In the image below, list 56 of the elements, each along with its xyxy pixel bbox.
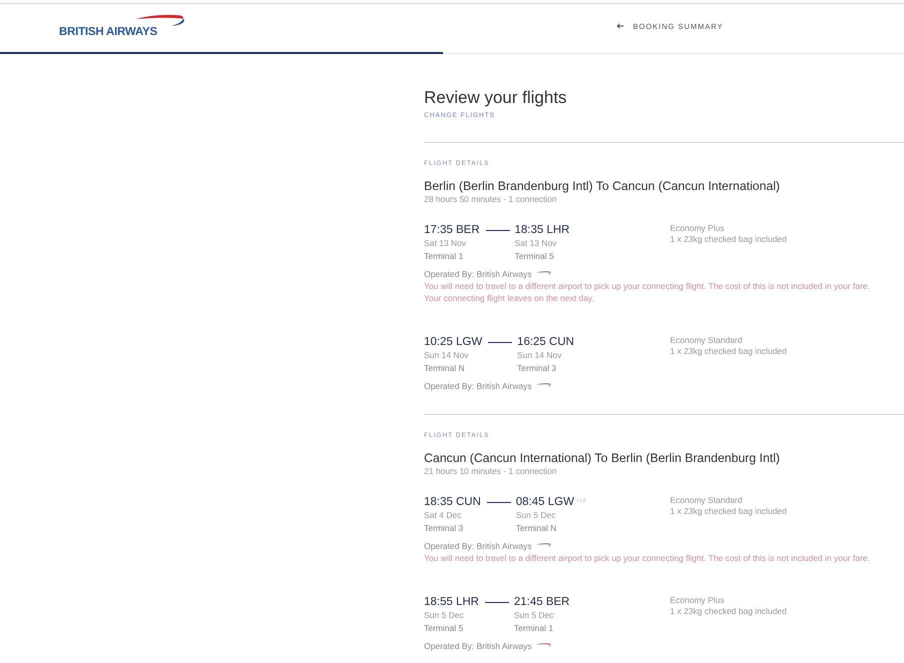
flight-time: 21:45 BER [514, 595, 570, 609]
baggage-allowance: 1 x 23kg checked bag included [670, 234, 788, 245]
day-offset: +1d [576, 497, 586, 505]
flight-date: Sun 5 Dec [514, 609, 555, 622]
flight-time: 18:55 LHR [424, 595, 479, 609]
journey-summary: 21 hours 10 minutes - 1 connection [424, 466, 557, 477]
flight-date: Sat 4 Dec [424, 509, 462, 522]
flight-date: Sat 13 Nov [424, 237, 468, 250]
baggage-allowance: 1 x 23kg checked bag included [670, 606, 788, 617]
flight-time: 10:25 LGW [424, 335, 482, 349]
flight-path-line [486, 502, 511, 503]
operator-text: Operated By: British Airways [424, 268, 532, 280]
terminal-text: Terminal N [516, 522, 558, 535]
swoosh-icon [536, 270, 551, 274]
cabin-class: Economy Plus [670, 595, 726, 606]
page-title: Review your flights [424, 87, 567, 109]
terminal-text: Terminal 3 [424, 522, 464, 535]
operator-text: Operated By: British Airways [424, 380, 532, 392]
swoosh-icon [536, 542, 551, 546]
flight-path-line [488, 342, 512, 343]
flight-time: 18:35 CUN [424, 495, 481, 509]
terminal-text: Terminal 5 [514, 250, 555, 263]
terminal-text: Terminal N [424, 362, 466, 375]
route-title: Berlin (Berlin Brandenburg Intl) To Cancun (Cancun International) [424, 178, 780, 194]
terminal-text: Terminal 3 [517, 362, 558, 375]
swoosh-icon [536, 642, 551, 646]
route-title: Cancun (Cancun International) To Berlin (Berlin Brandenburg Intl) [424, 450, 780, 466]
operator-text: Operated By: British Airways [424, 640, 532, 652]
flight-time: 08:45 LGW [516, 495, 574, 509]
logo-text: BRITISH AIRWAYS [59, 26, 158, 39]
flight-time: 17:35 BER [424, 223, 480, 237]
terminal-text: Terminal 5 [424, 622, 464, 635]
swoosh-icon [536, 382, 551, 386]
cabin-class: Economy Standard [670, 335, 744, 346]
back-arrow-icon [617, 23, 624, 29]
flight-date: Sun 14 Nov [517, 349, 563, 362]
baggage-allowance: 1 x 23kg checked bag included [670, 506, 788, 517]
cabin-class: Economy Standard [670, 495, 744, 506]
connection-notice: You will need to travel to a different airport to pick up your connecting flight. The cost of this is not included in your fare. [424, 552, 870, 564]
operator-text: Operated By: British Airways [424, 540, 532, 552]
terminal-text: Terminal 1 [514, 622, 554, 635]
baggage-allowance: 1 x 23kg checked bag included [670, 346, 788, 357]
flight-date: Sun 5 Dec [424, 609, 465, 622]
flight-date: Sat 13 Nov [514, 237, 558, 250]
journey-summary: 28 hours 50 minutes - 1 connection [424, 194, 557, 205]
connection-notice: Your connecting flight leaves on the next day. [424, 292, 594, 304]
cabin-class: Economy Plus [670, 223, 726, 234]
connection-notice: You will need to travel to a different airport to pick up your connecting flight. The cost of this is not included in your fare. [424, 280, 870, 292]
flight-time: 18:35 LHR [514, 223, 570, 237]
flight-path-line [484, 602, 509, 603]
terminal-text: Terminal 1 [424, 250, 464, 263]
flight-time: 16:25 CUN [517, 335, 574, 349]
flight-path-line [486, 230, 510, 231]
flight-date: Sun 14 Nov [424, 349, 470, 362]
swoosh-logo-icon [135, 14, 186, 27]
flight-date: Sun 5 Dec [516, 509, 557, 522]
